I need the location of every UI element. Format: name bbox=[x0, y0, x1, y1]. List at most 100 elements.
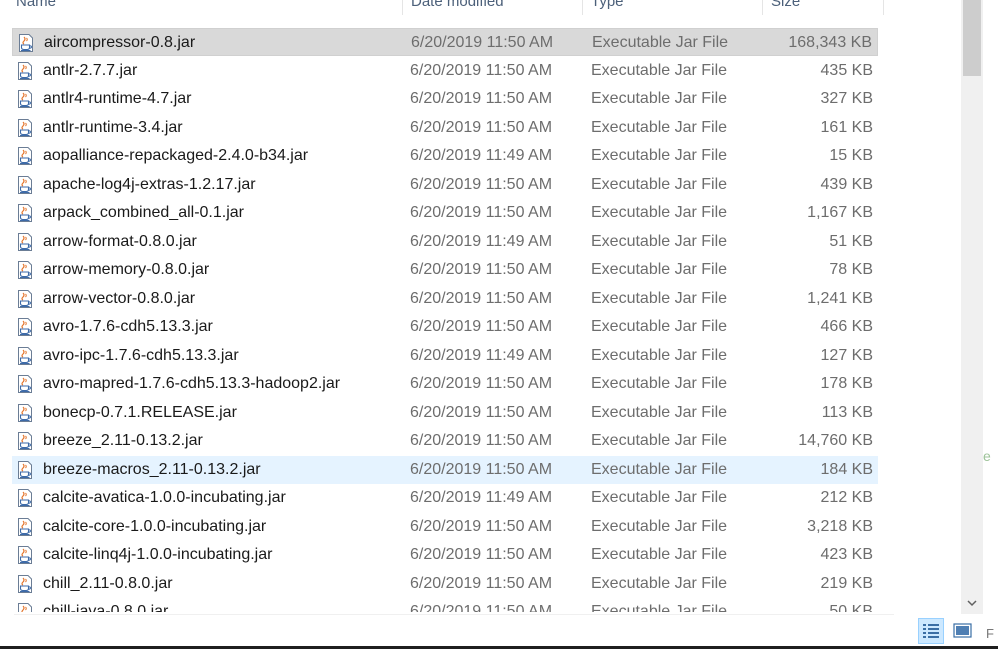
file-name: aopalliance-repackaged-2.4.0-b34.jar bbox=[43, 147, 309, 164]
file-size: 466 KB bbox=[820, 318, 873, 335]
file-type: Executable Jar File bbox=[591, 432, 728, 449]
file-row[interactable]: chill_2.11-0.8.0.jar 6/20/2019 11:50 AM Ex… bbox=[12, 570, 878, 598]
large-icons-view-button[interactable] bbox=[950, 618, 976, 644]
file-row[interactable]: aopalliance-repackaged-2.4.0-b34.jar 6/20… bbox=[12, 142, 878, 170]
file-row[interactable]: bonecp-0.7.1.RELEASE.jar 6/20/2019 11:50 … bbox=[12, 399, 878, 427]
file-size: 178 KB bbox=[820, 375, 873, 392]
file-size: 184 KB bbox=[820, 460, 873, 478]
file-row[interactable]: arrow-vector-0.8.0.jar 6/20/2019 11:50 AM… bbox=[12, 285, 878, 313]
file-name: antlr-2.7.7.jar bbox=[43, 61, 138, 79]
vertical-scrollbar[interactable] bbox=[961, 0, 983, 614]
file-size: 439 KB bbox=[820, 175, 873, 193]
file-type: Executable Jar File bbox=[591, 403, 728, 421]
file-type: Executable Jar File bbox=[591, 318, 728, 335]
file-date-modified: 6/20/2019 11:49 AM bbox=[410, 147, 553, 164]
file-size: 212 KB bbox=[820, 489, 873, 506]
background-letter-fragment: F bbox=[986, 626, 994, 640]
column-header-type[interactable]: Type bbox=[583, 0, 763, 15]
file-row[interactable]: antlr4-runtime-4.7.jar 6/20/2019 11:50 AM… bbox=[12, 85, 878, 113]
column-header-date-modified[interactable]: Date modified bbox=[403, 0, 583, 15]
file-row[interactable]: calcite-avatica-1.0.0-incubating.jar 6/20… bbox=[12, 484, 878, 512]
file-name: bonecp-0.7.1.RELEASE.jar bbox=[43, 403, 237, 421]
file-row[interactable]: avro-ipc-1.7.6-cdh5.13.3.jar 6/20/2019 11… bbox=[12, 342, 878, 370]
jar-file-icon bbox=[17, 232, 33, 251]
file-name: arrow-memory-0.8.0.jar bbox=[43, 261, 210, 278]
file-name: calcite-avatica-1.0.0-incubating.jar bbox=[43, 489, 286, 506]
file-date-modified: 6/20/2019 11:50 AM bbox=[410, 175, 553, 193]
file-type: Executable Jar File bbox=[591, 346, 728, 364]
file-date-modified: 6/20/2019 11:50 AM bbox=[410, 574, 553, 592]
file-row[interactable]: chill-java-0.8.0.jar 6/20/2019 11:50 AM Ex… bbox=[12, 598, 878, 612]
column-header-size[interactable]: Size bbox=[763, 0, 884, 15]
jar-file-icon bbox=[17, 460, 33, 479]
file-row[interactable]: arrow-memory-0.8.0.jar 6/20/2019 11:50 AM… bbox=[12, 256, 878, 284]
column-header-name[interactable]: Name bbox=[0, 0, 403, 15]
file-name: avro-mapred-1.7.6-cdh5.13.3-hadoop2.jar bbox=[43, 375, 341, 392]
file-type: Executable Jar File bbox=[592, 34, 729, 51]
file-size: 15 KB bbox=[829, 147, 873, 164]
file-row[interactable]: antlr-2.7.7.jar 6/20/2019 11:50 AM Executa… bbox=[12, 57, 878, 85]
file-row[interactable]: arrow-format-0.8.0.jar 6/20/2019 11:49 AM… bbox=[12, 228, 878, 256]
file-row[interactable]: apache-log4j-extras-1.2.17.jar 6/20/2019 … bbox=[12, 171, 878, 199]
file-type: Executable Jar File bbox=[591, 204, 728, 221]
status-divider bbox=[14, 614, 894, 615]
file-type: Executable Jar File bbox=[591, 61, 728, 79]
file-name: breeze_2.11-0.13.2.jar bbox=[43, 432, 203, 449]
jar-file-icon bbox=[17, 574, 33, 593]
file-date-modified: 6/20/2019 11:50 AM bbox=[410, 61, 553, 79]
file-row[interactable]: aircompressor-0.8.jar 6/20/2019 11:50 AM E… bbox=[12, 28, 878, 56]
file-name: antlr4-runtime-4.7.jar bbox=[43, 90, 192, 107]
file-row[interactable]: calcite-core-1.0.0-incubating.jar 6/20/20… bbox=[12, 513, 878, 541]
background-code-fragment: e bbox=[983, 448, 991, 464]
file-size: 51 KB bbox=[829, 232, 873, 250]
file-row[interactable]: arpack_combined_all-0.1.jar 6/20/2019 11:… bbox=[12, 199, 878, 227]
file-type: Executable Jar File bbox=[591, 574, 728, 592]
file-date-modified: 6/20/2019 11:50 AM bbox=[410, 289, 553, 307]
jar-file-icon bbox=[17, 603, 33, 612]
file-type: Executable Jar File bbox=[591, 175, 728, 193]
file-date-modified: 6/20/2019 11:50 AM bbox=[410, 603, 553, 612]
file-type: Executable Jar File bbox=[591, 546, 728, 563]
file-size: 14,760 KB bbox=[798, 432, 873, 449]
file-row[interactable]: antlr-runtime-3.4.jar 6/20/2019 11:50 AM E… bbox=[12, 114, 878, 142]
file-row[interactable]: calcite-linq4j-1.0.0-incubating.jar 6/20/… bbox=[12, 541, 878, 569]
large-icons-view-icon bbox=[953, 623, 972, 638]
file-type: Executable Jar File bbox=[591, 460, 728, 478]
jar-file-icon bbox=[17, 432, 33, 450]
jar-file-icon bbox=[17, 289, 33, 308]
file-type: Executable Jar File bbox=[591, 90, 728, 107]
jar-file-icon bbox=[17, 204, 33, 222]
file-name: chill-java-0.8.0.jar bbox=[43, 603, 169, 612]
jar-file-icon bbox=[17, 318, 33, 336]
file-date-modified: 6/20/2019 11:50 AM bbox=[410, 375, 553, 392]
scrollbar-thumb[interactable] bbox=[963, 0, 981, 76]
file-list: aircompressor-0.8.jar 6/20/2019 11:50 AM E… bbox=[0, 26, 960, 612]
file-type: Executable Jar File bbox=[591, 232, 728, 250]
jar-file-icon bbox=[17, 118, 33, 137]
scroll-down-button[interactable] bbox=[961, 594, 983, 612]
file-date-modified: 6/20/2019 11:50 AM bbox=[410, 118, 553, 136]
file-row[interactable]: avro-mapred-1.7.6-cdh5.13.3-hadoop2.jar 6… bbox=[12, 370, 878, 398]
file-date-modified: 6/20/2019 11:50 AM bbox=[410, 432, 553, 449]
file-name: calcite-linq4j-1.0.0-incubating.jar bbox=[43, 546, 273, 563]
file-row[interactable]: breeze-macros_2.11-0.13.2.jar 6/20/2019 1… bbox=[12, 455, 878, 484]
file-date-modified: 6/20/2019 11:50 AM bbox=[410, 204, 553, 221]
file-date-modified: 6/20/2019 11:50 AM bbox=[410, 261, 553, 278]
file-date-modified: 6/20/2019 11:50 AM bbox=[410, 460, 553, 478]
jar-file-icon bbox=[17, 375, 33, 393]
file-size: 1,167 KB bbox=[807, 204, 873, 221]
file-row[interactable]: avro-1.7.6-cdh5.13.3.jar 6/20/2019 11:50 … bbox=[12, 313, 878, 341]
file-name: breeze-macros_2.11-0.13.2.jar bbox=[43, 460, 261, 478]
file-size: 435 KB bbox=[820, 61, 873, 79]
file-size: 113 KB bbox=[821, 403, 873, 421]
file-explorer-window: Name Date modified Type Size aircompress… bbox=[0, 0, 998, 649]
details-view-icon bbox=[923, 624, 939, 638]
file-type: Executable Jar File bbox=[591, 147, 728, 164]
file-date-modified: 6/20/2019 11:49 AM bbox=[410, 346, 553, 364]
file-size: 327 KB bbox=[820, 90, 873, 107]
jar-file-icon bbox=[17, 175, 33, 194]
chevron-down-icon bbox=[967, 600, 977, 607]
file-size: 219 KB bbox=[820, 574, 873, 592]
details-view-button[interactable] bbox=[918, 618, 944, 644]
file-row[interactable]: breeze_2.11-0.13.2.jar 6/20/2019 11:50 AM… bbox=[12, 427, 878, 455]
